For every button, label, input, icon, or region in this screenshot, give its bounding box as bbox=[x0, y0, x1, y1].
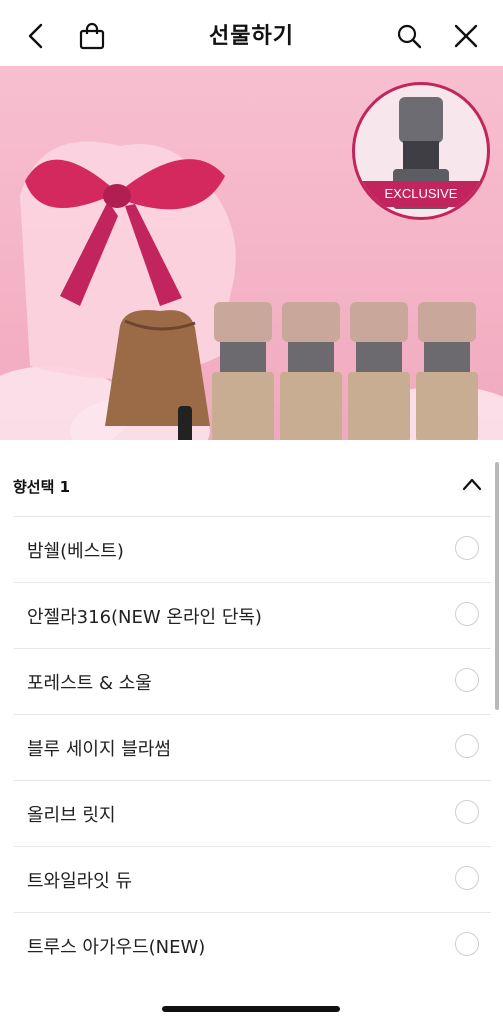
product-hero-image: EXCLUSIVE bbox=[0, 66, 503, 440]
option-label: 안젤라316(NEW 온라인 단독) bbox=[27, 607, 262, 628]
option-section-header[interactable]: 향선택 1 bbox=[0, 440, 503, 516]
option-label: 블루 세이지 블라썸 bbox=[27, 739, 171, 760]
option-label: 밤쉘(베스트) bbox=[27, 541, 124, 562]
option-label: 올리브 릿지 bbox=[27, 805, 116, 826]
radio-button[interactable] bbox=[455, 668, 479, 692]
gift-page: 선물하기 EXCLUSIVE 향선택 1 밤쉘(베스트) 안젤라316(NEW … bbox=[0, 0, 503, 1024]
radio-button[interactable] bbox=[455, 734, 479, 758]
radio-button[interactable] bbox=[455, 932, 479, 956]
home-indicator[interactable] bbox=[162, 1006, 340, 1012]
option-sheet: 향선택 1 밤쉘(베스트) 안젤라316(NEW 온라인 단독) 포레스트 & … bbox=[0, 440, 503, 1024]
list-item[interactable]: 안젤라316(NEW 온라인 단독) bbox=[14, 582, 491, 648]
chevron-up-icon[interactable] bbox=[462, 476, 482, 495]
radio-button[interactable] bbox=[455, 866, 479, 890]
option-label: 트와일라잇 듀 bbox=[27, 871, 133, 892]
list-item[interactable]: 포레스트 & 소울 bbox=[14, 648, 491, 714]
exclusive-label: EXCLUSIVE bbox=[355, 181, 487, 207]
radio-button[interactable] bbox=[455, 536, 479, 560]
option-label: 트루스 아가우드(NEW) bbox=[27, 937, 206, 958]
list-item[interactable]: 블루 세이지 블라썸 bbox=[14, 714, 491, 780]
close-icon[interactable] bbox=[450, 20, 482, 52]
radio-button[interactable] bbox=[455, 602, 479, 626]
list-item[interactable]: 올리브 릿지 bbox=[14, 780, 491, 846]
search-icon[interactable] bbox=[393, 20, 425, 52]
page-title: 선물하기 bbox=[209, 24, 294, 49]
scrollbar[interactable] bbox=[495, 462, 499, 710]
list-item[interactable]: 밤쉘(베스트) bbox=[14, 516, 491, 582]
list-item[interactable]: 트루스 아가우드(NEW) bbox=[14, 912, 491, 978]
section-title: 향선택 1 bbox=[13, 478, 71, 496]
option-label: 포레스트 & 소울 bbox=[27, 673, 152, 694]
top-bar: 선물하기 bbox=[0, 0, 503, 70]
radio-button[interactable] bbox=[455, 800, 479, 824]
scent-option-list: 밤쉘(베스트) 안젤라316(NEW 온라인 단독) 포레스트 & 소울 블루 … bbox=[14, 516, 491, 978]
list-item[interactable]: 트와일라잇 듀 bbox=[14, 846, 491, 912]
exclusive-product-badge: EXCLUSIVE bbox=[352, 82, 490, 220]
